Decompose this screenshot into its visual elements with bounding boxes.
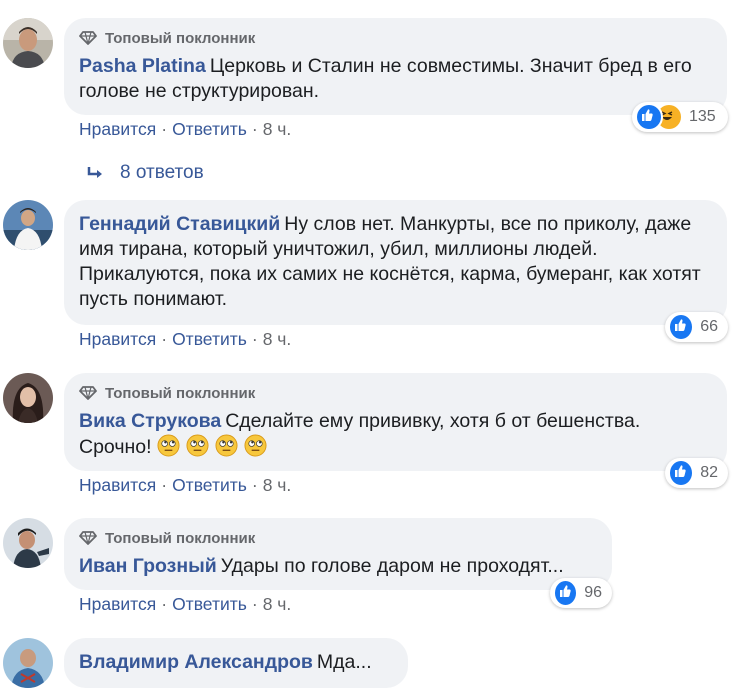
comment-text: Вика Струкова Сделайте ему прививку, хотя… [79, 409, 712, 460]
diamond-icon [79, 531, 97, 545]
comment-bubble: Топовый поклонник Вика Струкова Сделайте … [64, 373, 727, 471]
separator: · [251, 594, 258, 614]
diamond-icon [79, 386, 97, 400]
avatar[interactable] [3, 373, 53, 423]
reply-button[interactable]: Ответить [172, 329, 247, 350]
badge-label: Топовый поклонник [105, 529, 256, 547]
comment-text: Геннадий Ставицкий Ну слов нет. Манкурты,… [79, 212, 712, 312]
like-button[interactable]: Нравится [79, 119, 156, 140]
avatar[interactable] [3, 200, 53, 250]
comment-body: Мда... [316, 651, 372, 673]
like-reaction-icon [668, 313, 695, 341]
comment-text: Иван Грозный Удары по голове даром не про… [79, 554, 597, 579]
like-reaction-icon [553, 579, 579, 607]
top-fan-badge: Топовый поклонник [79, 28, 712, 48]
separator: · [251, 329, 258, 349]
top-fan-badge: Топовый поклонник [79, 528, 597, 548]
separator: · [161, 119, 168, 139]
reactions-summary[interactable]: 135 [632, 102, 728, 132]
rolling-eyes-emoji-icon [215, 434, 238, 457]
comment-author[interactable]: Pasha Platina [79, 55, 206, 77]
reply-button[interactable]: Ответить [172, 475, 247, 496]
comment-bubble: Геннадий Ставицкий Ну слов нет. Манкурты,… [64, 200, 727, 325]
avatar[interactable] [3, 18, 53, 68]
rolling-eyes-emoji-icon [157, 434, 180, 457]
top-fan-badge: Топовый поклонник [79, 383, 712, 403]
like-button[interactable]: Нравится [79, 594, 156, 615]
like-button[interactable]: Нравится [79, 329, 156, 350]
comment-author[interactable]: Владимир Александров [79, 651, 313, 673]
comment-text: Владимир Александров Мда... [79, 650, 393, 675]
reaction-count: 96 [584, 584, 602, 601]
timestamp[interactable]: 8 ч. [263, 119, 292, 140]
reactions-summary[interactable]: 66 [665, 312, 728, 342]
avatar[interactable] [3, 518, 53, 568]
rolling-eyes-emoji-icon [244, 434, 267, 457]
comment-actions: Нравится · Ответить · 8 ч. [79, 594, 291, 615]
reaction-count: 82 [700, 464, 718, 481]
comment-author[interactable]: Геннадий Ставицкий [79, 213, 280, 235]
reply-button[interactable]: Ответить [172, 119, 247, 140]
comment-bubble: Владимир Александров Мда... [64, 638, 408, 688]
reply-arrow-icon [87, 167, 102, 178]
badge-label: Топовый поклонник [105, 29, 256, 47]
diamond-icon [79, 31, 97, 45]
comment-author[interactable]: Иван Грозный [79, 555, 217, 577]
reaction-count: 135 [689, 108, 716, 125]
comment-actions: Нравится · Ответить · 8 ч. [79, 119, 291, 140]
comment-bubble: Топовый поклонник Pasha Platina Церковь и… [64, 18, 727, 115]
comment-author[interactable]: Вика Струкова [79, 410, 221, 432]
emoji-group [157, 434, 273, 458]
avatar[interactable] [3, 638, 53, 688]
comment-actions: Нравится · Ответить · 8 ч. [79, 329, 291, 350]
separator: · [251, 475, 258, 495]
timestamp[interactable]: 8 ч. [263, 594, 292, 615]
rolling-eyes-emoji-icon [186, 434, 209, 457]
comment-text: Pasha Platina Церковь и Сталин не совмест… [79, 54, 712, 104]
replies-count-label: 8 ответов [120, 162, 204, 183]
timestamp[interactable]: 8 ч. [263, 475, 292, 496]
timestamp[interactable]: 8 ч. [263, 329, 292, 350]
comment-bubble: Топовый поклонник Иван Грозный Удары по г… [64, 518, 612, 590]
comment-actions: Нравится · Ответить · 8 ч. [79, 475, 291, 496]
reaction-count: 66 [700, 318, 718, 335]
separator: · [251, 119, 258, 139]
separator: · [161, 594, 168, 614]
separator: · [161, 475, 168, 495]
comment-body: Удары по голове даром не проходят... [220, 555, 564, 577]
like-reaction-icon [668, 459, 695, 487]
reactions-summary[interactable]: 82 [665, 458, 728, 488]
like-button[interactable]: Нравится [79, 475, 156, 496]
reply-button[interactable]: Ответить [172, 594, 247, 615]
reactions-summary[interactable]: 96 [550, 578, 612, 608]
separator: · [161, 329, 168, 349]
like-reaction-icon [635, 103, 663, 131]
view-replies-link[interactable]: 8 ответов [86, 162, 204, 184]
badge-label: Топовый поклонник [105, 384, 256, 402]
